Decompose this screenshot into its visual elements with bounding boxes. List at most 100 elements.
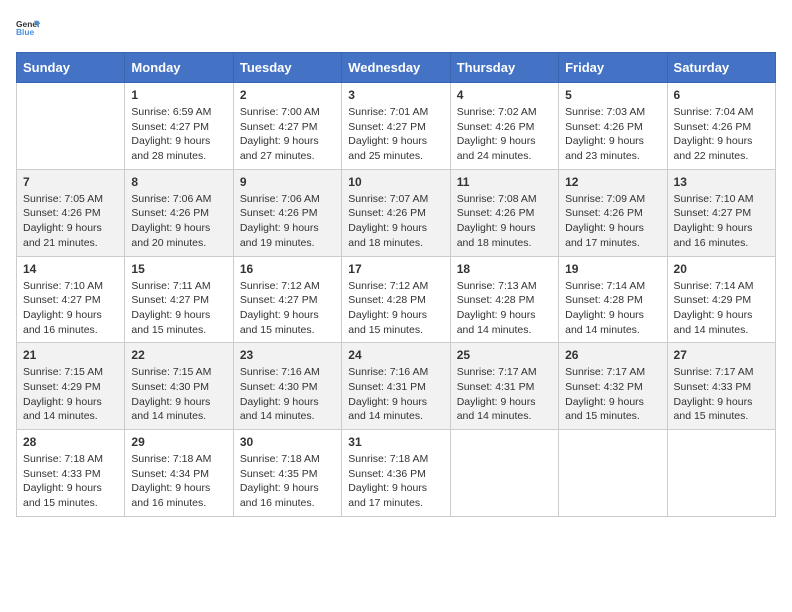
day-number: 30 bbox=[240, 435, 335, 449]
day-number: 9 bbox=[240, 175, 335, 189]
calendar-cell: 14 Sunrise: 7:10 AMSunset: 4:27 PMDayligh… bbox=[17, 256, 125, 343]
calendar-cell bbox=[667, 430, 775, 517]
day-number: 1 bbox=[131, 88, 226, 102]
calendar-cell: 6 Sunrise: 7:04 AMSunset: 4:26 PMDaylight… bbox=[667, 83, 775, 170]
dow-header-tuesday: Tuesday bbox=[233, 53, 341, 83]
day-info: Sunrise: 7:06 AMSunset: 4:26 PMDaylight:… bbox=[240, 192, 335, 251]
day-number: 18 bbox=[457, 262, 552, 276]
day-info: Sunrise: 7:16 AMSunset: 4:31 PMDaylight:… bbox=[348, 365, 443, 424]
day-info: Sunrise: 7:01 AMSunset: 4:27 PMDaylight:… bbox=[348, 105, 443, 164]
day-info: Sunrise: 7:17 AMSunset: 4:31 PMDaylight:… bbox=[457, 365, 552, 424]
calendar: SundayMondayTuesdayWednesdayThursdayFrid… bbox=[16, 52, 776, 517]
calendar-cell: 3 Sunrise: 7:01 AMSunset: 4:27 PMDaylight… bbox=[342, 83, 450, 170]
logo-icon: General Blue bbox=[16, 16, 40, 40]
day-number: 20 bbox=[674, 262, 769, 276]
calendar-cell: 24 Sunrise: 7:16 AMSunset: 4:31 PMDayligh… bbox=[342, 343, 450, 430]
calendar-cell: 30 Sunrise: 7:18 AMSunset: 4:35 PMDayligh… bbox=[233, 430, 341, 517]
calendar-cell: 7 Sunrise: 7:05 AMSunset: 4:26 PMDaylight… bbox=[17, 169, 125, 256]
week-row-1: 1 Sunrise: 6:59 AMSunset: 4:27 PMDaylight… bbox=[17, 83, 776, 170]
calendar-cell: 16Sunrise: 7:12 AMSunset: 4:27 PMDayligh… bbox=[233, 256, 341, 343]
day-number: 22 bbox=[131, 348, 226, 362]
day-number: 19 bbox=[565, 262, 660, 276]
week-row-5: 28Sunrise: 7:18 AMSunset: 4:33 PMDayligh… bbox=[17, 430, 776, 517]
calendar-cell bbox=[559, 430, 667, 517]
day-info: Sunrise: 7:18 AMSunset: 4:34 PMDaylight:… bbox=[131, 452, 226, 511]
calendar-cell: 22 Sunrise: 7:15 AMSunset: 4:30 PMDayligh… bbox=[125, 343, 233, 430]
day-number: 13 bbox=[674, 175, 769, 189]
day-info: Sunrise: 7:16 AMSunset: 4:30 PMDaylight:… bbox=[240, 365, 335, 424]
day-info: Sunrise: 7:07 AMSunset: 4:26 PMDaylight:… bbox=[348, 192, 443, 251]
day-info: Sunrise: 7:04 AMSunset: 4:26 PMDaylight:… bbox=[674, 105, 769, 164]
day-number: 28 bbox=[23, 435, 118, 449]
day-info: Sunrise: 7:17 AMSunset: 4:32 PMDaylight:… bbox=[565, 365, 660, 424]
calendar-cell: 25 Sunrise: 7:17 AMSunset: 4:31 PMDayligh… bbox=[450, 343, 558, 430]
dow-header-saturday: Saturday bbox=[667, 53, 775, 83]
calendar-cell: 19Sunrise: 7:14 AMSunset: 4:28 PMDayligh… bbox=[559, 256, 667, 343]
calendar-cell: 31Sunrise: 7:18 AMSunset: 4:36 PMDayligh… bbox=[342, 430, 450, 517]
day-number: 21 bbox=[23, 348, 118, 362]
day-number: 23 bbox=[240, 348, 335, 362]
day-number: 4 bbox=[457, 88, 552, 102]
day-number: 29 bbox=[131, 435, 226, 449]
calendar-cell: 8Sunrise: 7:06 AMSunset: 4:26 PMDaylight… bbox=[125, 169, 233, 256]
day-info: Sunrise: 7:12 AMSunset: 4:28 PMDaylight:… bbox=[348, 279, 443, 338]
day-info: Sunrise: 7:15 AMSunset: 4:29 PMDaylight:… bbox=[23, 365, 118, 424]
calendar-cell: 21 Sunrise: 7:15 AMSunset: 4:29 PMDayligh… bbox=[17, 343, 125, 430]
logo: General Blue bbox=[16, 16, 44, 40]
day-number: 17 bbox=[348, 262, 443, 276]
day-info: Sunrise: 7:02 AMSunset: 4:26 PMDaylight:… bbox=[457, 105, 552, 164]
day-info: Sunrise: 7:03 AMSunset: 4:26 PMDaylight:… bbox=[565, 105, 660, 164]
dow-header-thursday: Thursday bbox=[450, 53, 558, 83]
dow-header-sunday: Sunday bbox=[17, 53, 125, 83]
day-info: Sunrise: 7:13 AMSunset: 4:28 PMDaylight:… bbox=[457, 279, 552, 338]
calendar-cell: 9 Sunrise: 7:06 AMSunset: 4:26 PMDaylight… bbox=[233, 169, 341, 256]
day-number: 26 bbox=[565, 348, 660, 362]
header: General Blue bbox=[16, 16, 776, 40]
svg-text:Blue: Blue bbox=[16, 27, 35, 37]
day-number: 15 bbox=[131, 262, 226, 276]
day-info: Sunrise: 7:11 AMSunset: 4:27 PMDaylight:… bbox=[131, 279, 226, 338]
calendar-cell: 11 Sunrise: 7:08 AMSunset: 4:26 PMDayligh… bbox=[450, 169, 558, 256]
day-info: Sunrise: 7:17 AMSunset: 4:33 PMDaylight:… bbox=[674, 365, 769, 424]
day-info: Sunrise: 7:10 AMSunset: 4:27 PMDaylight:… bbox=[23, 279, 118, 338]
calendar-cell: 13 Sunrise: 7:10 AMSunset: 4:27 PMDayligh… bbox=[667, 169, 775, 256]
calendar-cell: 17 Sunrise: 7:12 AMSunset: 4:28 PMDayligh… bbox=[342, 256, 450, 343]
calendar-cell: 18 Sunrise: 7:13 AMSunset: 4:28 PMDayligh… bbox=[450, 256, 558, 343]
week-row-4: 21 Sunrise: 7:15 AMSunset: 4:29 PMDayligh… bbox=[17, 343, 776, 430]
dow-header-friday: Friday bbox=[559, 53, 667, 83]
day-number: 14 bbox=[23, 262, 118, 276]
dow-header-wednesday: Wednesday bbox=[342, 53, 450, 83]
day-number: 3 bbox=[348, 88, 443, 102]
calendar-cell: 15 Sunrise: 7:11 AMSunset: 4:27 PMDayligh… bbox=[125, 256, 233, 343]
day-number: 6 bbox=[674, 88, 769, 102]
day-number: 2 bbox=[240, 88, 335, 102]
day-number: 11 bbox=[457, 175, 552, 189]
day-info: Sunrise: 7:09 AMSunset: 4:26 PMDaylight:… bbox=[565, 192, 660, 251]
day-info: Sunrise: 6:59 AMSunset: 4:27 PMDaylight:… bbox=[131, 105, 226, 164]
day-number: 7 bbox=[23, 175, 118, 189]
day-of-week-row: SundayMondayTuesdayWednesdayThursdayFrid… bbox=[17, 53, 776, 83]
dow-header-monday: Monday bbox=[125, 53, 233, 83]
calendar-cell bbox=[450, 430, 558, 517]
day-info: Sunrise: 7:00 AMSunset: 4:27 PMDaylight:… bbox=[240, 105, 335, 164]
day-number: 24 bbox=[348, 348, 443, 362]
day-info: Sunrise: 7:15 AMSunset: 4:30 PMDaylight:… bbox=[131, 365, 226, 424]
day-number: 25 bbox=[457, 348, 552, 362]
day-number: 12 bbox=[565, 175, 660, 189]
day-info: Sunrise: 7:08 AMSunset: 4:26 PMDaylight:… bbox=[457, 192, 552, 251]
calendar-cell bbox=[17, 83, 125, 170]
calendar-cell: 26 Sunrise: 7:17 AMSunset: 4:32 PMDayligh… bbox=[559, 343, 667, 430]
day-number: 31 bbox=[348, 435, 443, 449]
week-row-3: 14 Sunrise: 7:10 AMSunset: 4:27 PMDayligh… bbox=[17, 256, 776, 343]
day-info: Sunrise: 7:05 AMSunset: 4:26 PMDaylight:… bbox=[23, 192, 118, 251]
day-number: 16 bbox=[240, 262, 335, 276]
calendar-cell: 4 Sunrise: 7:02 AMSunset: 4:26 PMDaylight… bbox=[450, 83, 558, 170]
day-info: Sunrise: 7:18 AMSunset: 4:35 PMDaylight:… bbox=[240, 452, 335, 511]
calendar-cell: 23 Sunrise: 7:16 AMSunset: 4:30 PMDayligh… bbox=[233, 343, 341, 430]
day-info: Sunrise: 7:10 AMSunset: 4:27 PMDaylight:… bbox=[674, 192, 769, 251]
day-number: 27 bbox=[674, 348, 769, 362]
calendar-cell: 29 Sunrise: 7:18 AMSunset: 4:34 PMDayligh… bbox=[125, 430, 233, 517]
day-info: Sunrise: 7:06 AMSunset: 4:26 PMDaylight:… bbox=[131, 192, 226, 251]
day-number: 5 bbox=[565, 88, 660, 102]
week-row-2: 7 Sunrise: 7:05 AMSunset: 4:26 PMDaylight… bbox=[17, 169, 776, 256]
